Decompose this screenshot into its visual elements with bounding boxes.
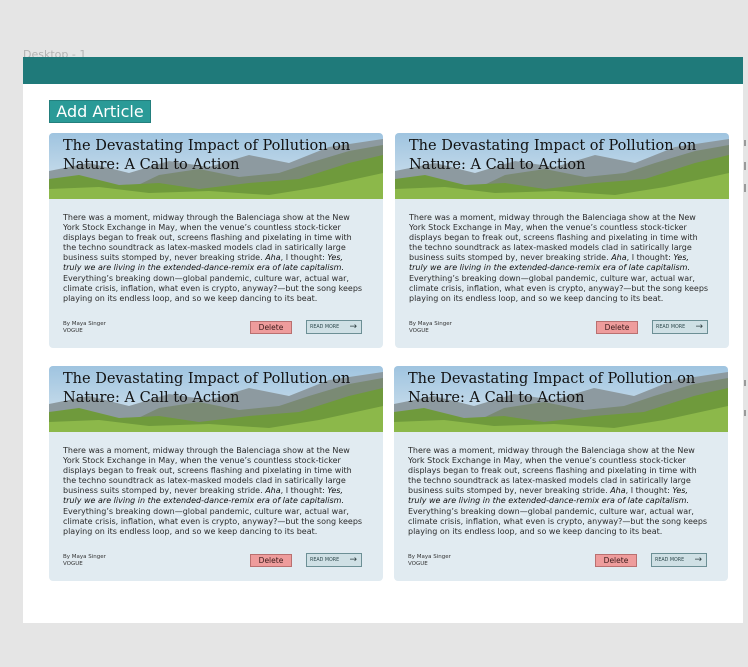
excerpt-text: , I thought: <box>280 486 328 496</box>
article-card: The Devastating Impact of Pollution on N… <box>395 133 729 348</box>
read-more-label: READ MORE <box>310 557 340 563</box>
publication-name: VOGUE <box>409 328 429 334</box>
article-byline: By Maya Singer VOGUE <box>409 321 452 335</box>
read-more-label: READ MORE <box>656 324 686 330</box>
excerpt-text: Everything’s breaking down—global pandem… <box>408 506 708 536</box>
delete-button[interactable]: Delete <box>595 554 637 567</box>
excerpt-text: Everything’s breaking down—global pandem… <box>409 273 709 303</box>
excerpt-text: Everything’s breaking down—global pandem… <box>63 506 363 536</box>
author-name: By Maya Singer <box>63 321 106 327</box>
author-name: By Maya Singer <box>63 554 106 560</box>
excerpt-emphasis: Aha <box>611 253 627 263</box>
article-card: The Devastating Impact of Pollution on N… <box>49 366 383 581</box>
article-card: The Devastating Impact of Pollution on N… <box>49 133 383 348</box>
article-title: The Devastating Impact of Pollution on N… <box>63 371 351 406</box>
read-more-button[interactable]: READ MORE → <box>651 553 707 567</box>
article-byline: By Maya Singer VOGUE <box>408 554 451 568</box>
delete-button[interactable]: Delete <box>250 321 292 334</box>
article-hero-image: The Devastating Impact of Pollution on N… <box>394 366 728 432</box>
article-hero-image: The Devastating Impact of Pollution on N… <box>49 133 383 199</box>
arrow-right-icon: → <box>694 554 702 565</box>
arrow-right-icon: → <box>349 554 357 565</box>
publication-name: VOGUE <box>63 328 83 334</box>
article-title: The Devastating Impact of Pollution on N… <box>409 138 697 173</box>
read-more-label: READ MORE <box>655 557 685 563</box>
article-title: The Devastating Impact of Pollution on N… <box>63 138 351 173</box>
article-title: The Devastating Impact of Pollution on N… <box>408 371 696 406</box>
article-card: The Devastating Impact of Pollution on N… <box>394 366 728 581</box>
desktop-frame: Add Article The Devastating Impact of Po… <box>23 57 743 623</box>
read-more-button[interactable]: READ MORE → <box>306 553 362 567</box>
read-more-label: READ MORE <box>310 324 340 330</box>
article-byline: By Maya Singer VOGUE <box>63 554 106 568</box>
article-excerpt: There was a moment, midway through the B… <box>408 446 708 537</box>
article-hero-image: The Devastating Impact of Pollution on N… <box>395 133 729 199</box>
excerpt-text: Everything’s breaking down—global pandem… <box>63 273 363 303</box>
add-article-button[interactable]: Add Article <box>49 100 151 123</box>
excerpt-text: , I thought: <box>280 253 328 263</box>
top-bar <box>23 57 743 84</box>
delete-button[interactable]: Delete <box>250 554 292 567</box>
publication-name: VOGUE <box>408 561 428 567</box>
article-excerpt: There was a moment, midway through the B… <box>409 213 709 304</box>
author-name: By Maya Singer <box>408 554 451 560</box>
publication-name: VOGUE <box>63 561 83 567</box>
canvas-edge-marks <box>742 140 748 440</box>
excerpt-text: , I thought: <box>625 486 673 496</box>
author-name: By Maya Singer <box>409 321 452 327</box>
article-excerpt: There was a moment, midway through the B… <box>63 213 363 304</box>
article-hero-image: The Devastating Impact of Pollution on N… <box>49 366 383 432</box>
read-more-button[interactable]: READ MORE → <box>652 320 708 334</box>
read-more-button[interactable]: READ MORE → <box>306 320 362 334</box>
excerpt-emphasis: Aha <box>265 253 281 263</box>
excerpt-emphasis: Aha <box>610 486 626 496</box>
arrow-right-icon: → <box>349 321 357 332</box>
arrow-right-icon: → <box>695 321 703 332</box>
article-excerpt: There was a moment, midway through the B… <box>63 446 363 537</box>
article-byline: By Maya Singer VOGUE <box>63 321 106 335</box>
excerpt-emphasis: Aha <box>265 486 281 496</box>
excerpt-text: , I thought: <box>626 253 674 263</box>
delete-button[interactable]: Delete <box>596 321 638 334</box>
